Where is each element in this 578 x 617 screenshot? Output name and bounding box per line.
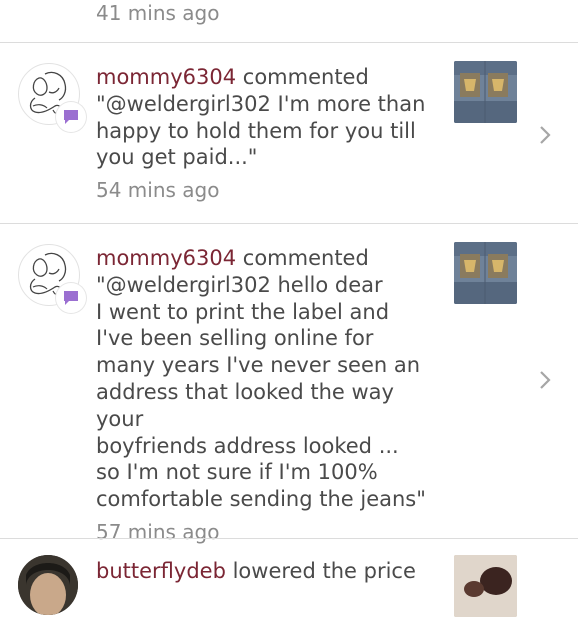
avatar[interactable] <box>18 555 78 615</box>
timestamp: 41 mins ago <box>96 1 220 25</box>
username-link[interactable]: butterflydeb <box>96 559 226 583</box>
notification-text: butterflydeb lowered the price <box>96 558 441 585</box>
chevron-right-icon[interactable] <box>538 125 552 145</box>
list-item[interactable]: butterflydeb lowered the price <box>0 539 578 617</box>
timestamp: 54 mins ago <box>96 178 220 203</box>
comment-text: "@weldergirl302 I'm more than happy to h… <box>96 91 426 170</box>
listing-thumbnail[interactable] <box>454 61 517 123</box>
comment-text: "@weldergirl302 hello dear I went to pri… <box>96 272 426 512</box>
username-link[interactable]: mommy6304 <box>96 246 236 270</box>
comment-badge <box>56 102 86 132</box>
username-link[interactable]: mommy6304 <box>96 65 236 89</box>
comment-bubble-icon <box>64 110 78 124</box>
chevron-right-icon[interactable] <box>538 370 552 390</box>
notification-text: mommy6304 commented "@weldergirl302 I'm … <box>96 64 441 204</box>
action-text: commented <box>242 65 369 89</box>
listing-thumbnail[interactable] <box>454 242 517 304</box>
action-text: commented <box>242 246 369 270</box>
action-text: lowered the price <box>232 559 416 583</box>
list-item[interactable]: mommy6304 commented "@weldergirl302 I'm … <box>0 43 578 223</box>
comment-bubble-icon <box>64 291 78 305</box>
listing-thumbnail[interactable] <box>454 555 517 617</box>
list-item[interactable]: mommy6304 commented "@weldergirl302 hell… <box>0 224 578 544</box>
notification-text: mommy6304 commented "@weldergirl302 hell… <box>96 245 441 546</box>
comment-badge <box>56 283 86 313</box>
